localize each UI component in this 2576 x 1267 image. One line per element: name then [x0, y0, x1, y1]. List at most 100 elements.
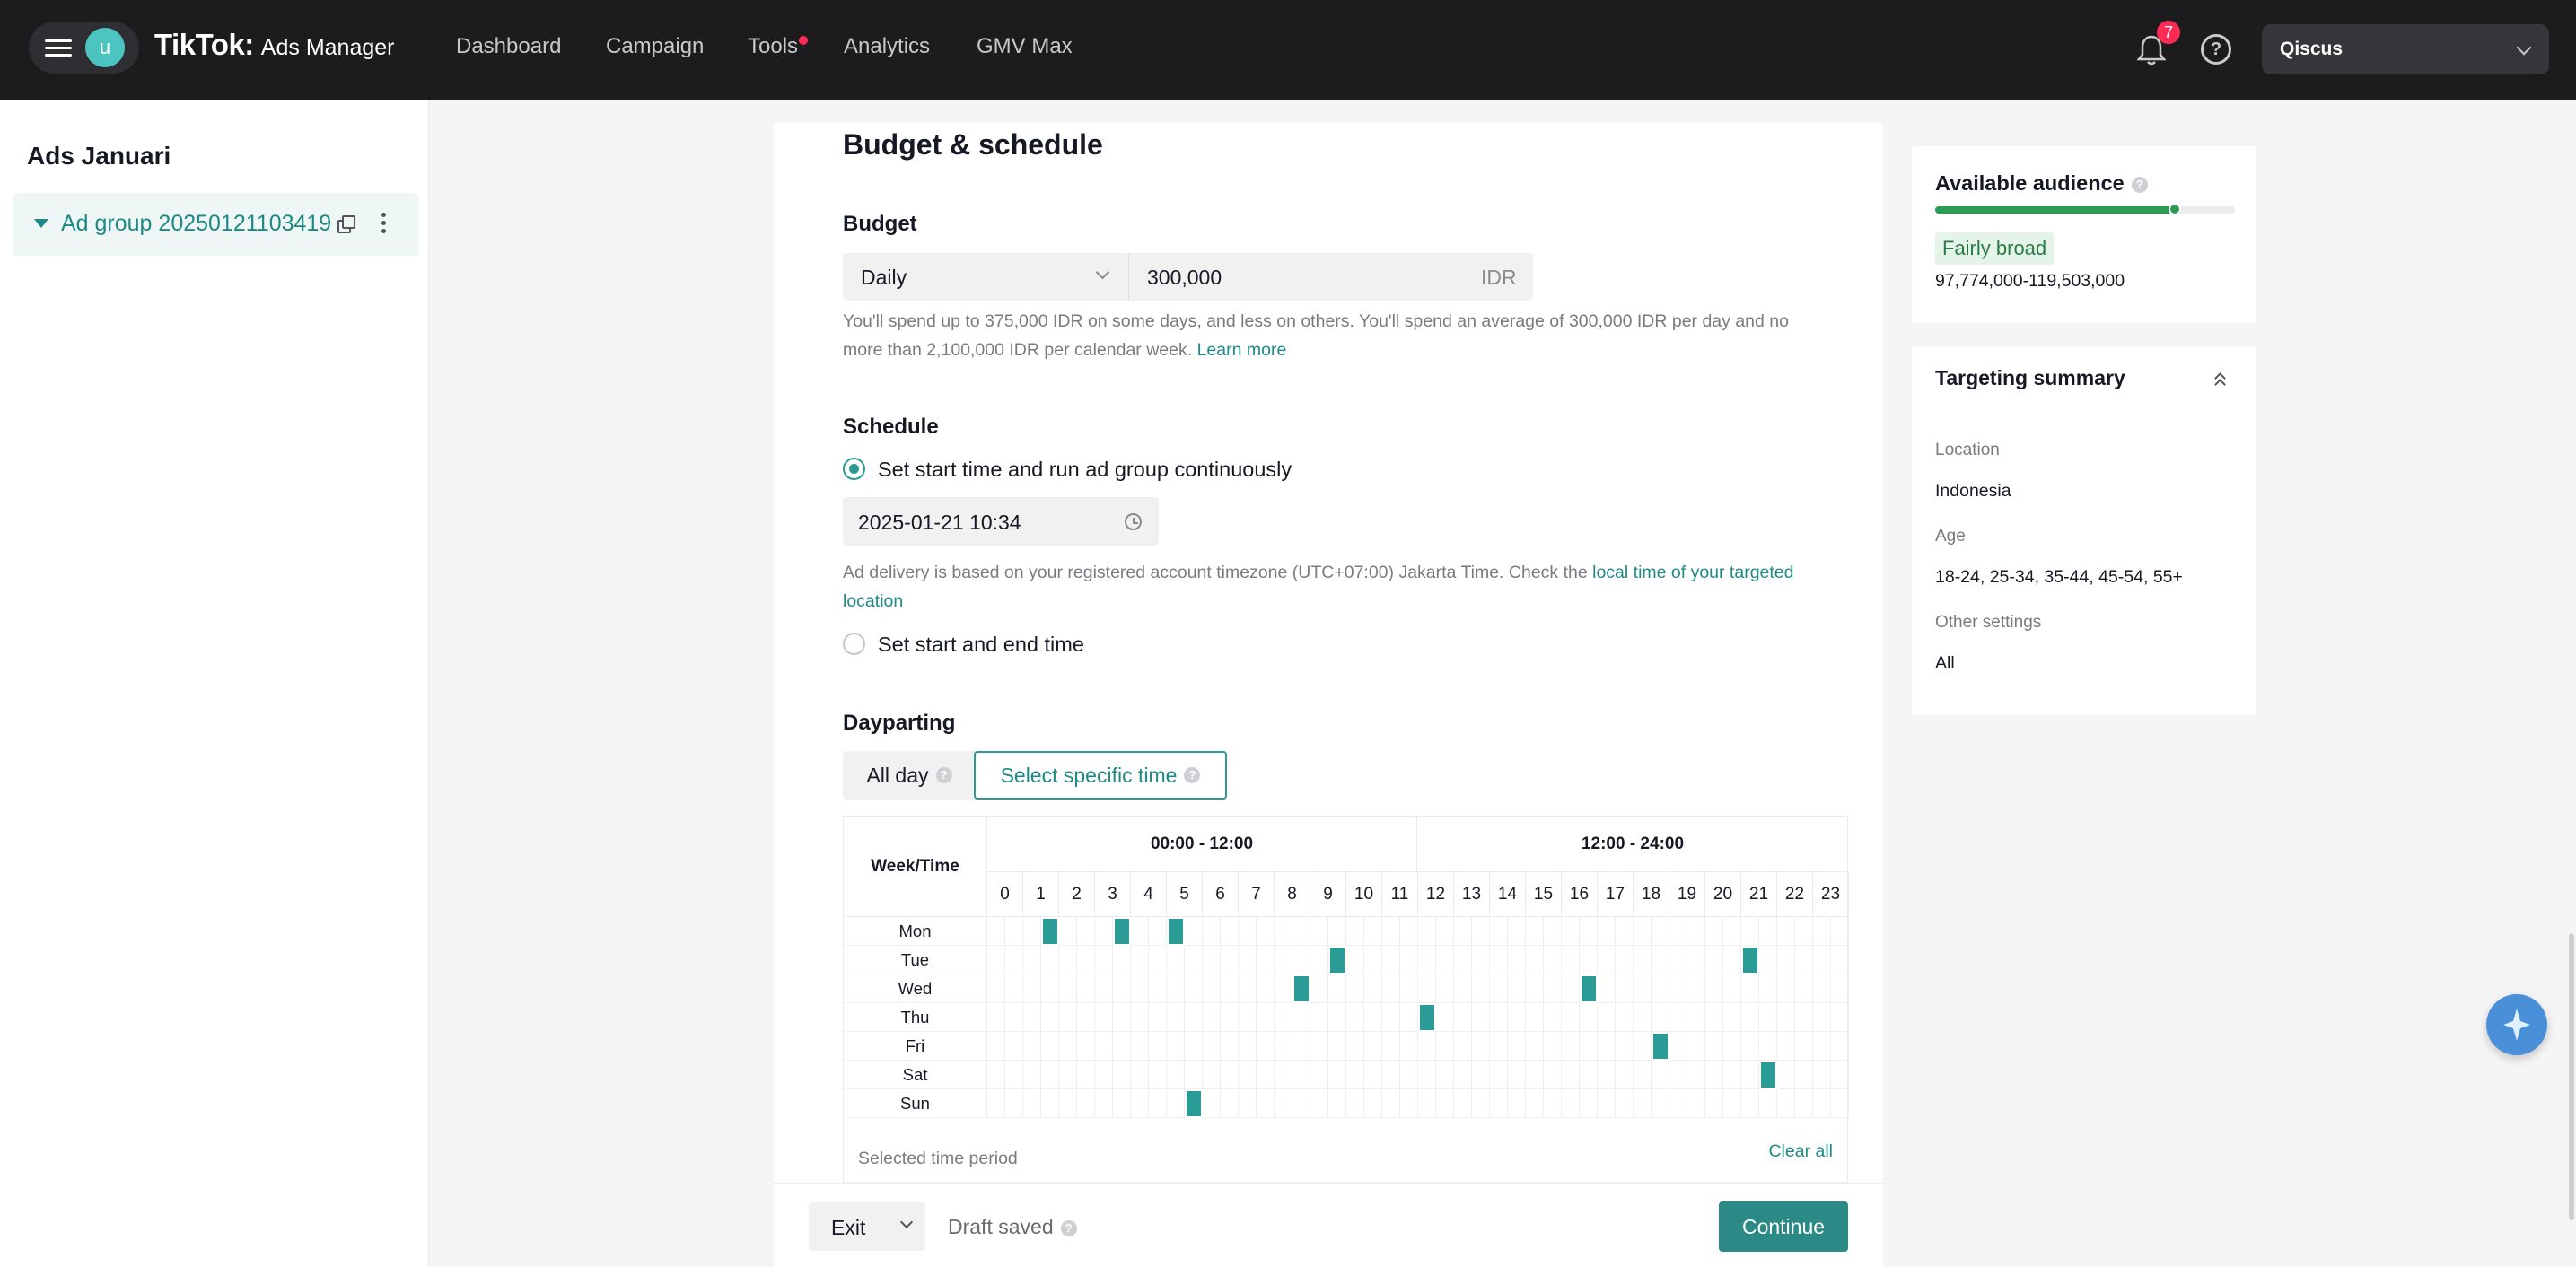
hour-header[interactable]: 18	[1634, 872, 1669, 917]
time-slot[interactable]	[1149, 946, 1167, 974]
tab-select-specific-time[interactable]: Select specific time?	[974, 751, 1227, 800]
time-slot[interactable]	[1705, 1089, 1723, 1118]
time-slot[interactable]	[1687, 1032, 1705, 1061]
time-slot[interactable]	[1598, 946, 1616, 974]
time-slot[interactable]	[1472, 1061, 1490, 1089]
time-slot[interactable]	[1005, 946, 1023, 974]
time-slot[interactable]	[1831, 974, 1849, 1003]
time-slot[interactable]	[1436, 1089, 1454, 1118]
day-label[interactable]: Thu	[844, 1003, 987, 1032]
time-slot[interactable]	[1023, 917, 1041, 946]
time-slot[interactable]	[1795, 1032, 1813, 1061]
time-slot[interactable]	[1723, 1032, 1741, 1061]
time-slot-selected[interactable]	[1418, 1003, 1436, 1032]
time-slot[interactable]	[1382, 946, 1400, 974]
time-slot[interactable]	[1203, 946, 1221, 974]
chevron-down-icon[interactable]	[899, 1215, 914, 1229]
time-slot[interactable]	[1598, 1003, 1616, 1032]
caret-down-icon[interactable]	[34, 219, 48, 228]
time-slot[interactable]	[1436, 1032, 1454, 1061]
time-slot[interactable]	[1472, 974, 1490, 1003]
time-slot[interactable]	[1490, 917, 1508, 946]
time-slot[interactable]	[1041, 974, 1059, 1003]
time-slot[interactable]	[1580, 946, 1598, 974]
time-slot[interactable]	[1149, 1089, 1167, 1118]
avatar[interactable]: u	[85, 28, 125, 67]
time-slot[interactable]	[1562, 974, 1580, 1003]
time-slot[interactable]	[1652, 1089, 1669, 1118]
hour-header[interactable]: 13	[1454, 872, 1490, 917]
time-slot[interactable]	[1292, 1003, 1310, 1032]
time-slot[interactable]	[1436, 917, 1454, 946]
hour-header[interactable]: 17	[1598, 872, 1634, 917]
time-slot[interactable]	[1364, 917, 1382, 946]
time-slot[interactable]	[1328, 1032, 1346, 1061]
time-slot[interactable]	[1167, 974, 1185, 1003]
time-slot[interactable]	[1364, 946, 1382, 974]
time-slot[interactable]	[1310, 974, 1328, 1003]
time-slot[interactable]	[1436, 946, 1454, 974]
time-slot[interactable]	[1364, 1089, 1382, 1118]
time-slot[interactable]	[1023, 974, 1041, 1003]
time-slot[interactable]	[1131, 1003, 1149, 1032]
time-slot[interactable]	[1687, 917, 1705, 946]
time-slot[interactable]	[1382, 917, 1400, 946]
time-slot[interactable]	[1203, 974, 1221, 1003]
time-slot[interactable]	[1831, 1061, 1849, 1089]
time-slot[interactable]	[1562, 917, 1580, 946]
time-slot[interactable]	[1526, 1061, 1544, 1089]
budget-amount-input[interactable]: 300,000	[1147, 266, 1222, 290]
time-slot[interactable]	[1077, 1089, 1095, 1118]
time-slot[interactable]	[1005, 1003, 1023, 1032]
start-time-field[interactable]: 2025-01-21 10:34	[843, 497, 1159, 546]
time-slot[interactable]	[1687, 1061, 1705, 1089]
time-slot[interactable]	[1669, 1089, 1687, 1118]
time-slot[interactable]	[1813, 1089, 1831, 1118]
time-slot[interactable]	[1131, 974, 1149, 1003]
time-slot[interactable]	[1310, 1003, 1328, 1032]
time-slot[interactable]	[1723, 946, 1741, 974]
time-slot[interactable]	[1741, 974, 1759, 1003]
time-slot[interactable]	[1705, 1003, 1723, 1032]
time-slot[interactable]	[1723, 1089, 1741, 1118]
time-slot[interactable]	[1454, 1003, 1472, 1032]
menu-button[interactable]: u	[29, 22, 139, 74]
time-slot[interactable]	[1149, 1032, 1167, 1061]
time-slot[interactable]	[1813, 917, 1831, 946]
time-slot[interactable]	[1257, 974, 1275, 1003]
time-slot[interactable]	[1328, 1061, 1346, 1089]
time-slot[interactable]	[1275, 1089, 1292, 1118]
time-slot[interactable]	[1616, 1003, 1634, 1032]
time-slot[interactable]	[1705, 946, 1723, 974]
time-slot[interactable]	[1041, 1089, 1059, 1118]
time-slot[interactable]	[1221, 946, 1239, 974]
time-slot[interactable]	[1436, 974, 1454, 1003]
time-slot[interactable]	[1526, 917, 1544, 946]
time-slot[interactable]	[1310, 917, 1328, 946]
time-slot[interactable]	[1077, 974, 1095, 1003]
time-slot[interactable]	[1580, 1089, 1598, 1118]
time-slot[interactable]	[1634, 917, 1652, 946]
question-icon[interactable]: ?	[1184, 767, 1201, 783]
time-slot[interactable]	[1400, 974, 1418, 1003]
time-slot[interactable]	[1652, 946, 1669, 974]
time-slot[interactable]	[1203, 1061, 1221, 1089]
day-label[interactable]: Sat	[844, 1061, 987, 1089]
time-slot[interactable]	[1544, 1061, 1562, 1089]
time-slot[interactable]	[1634, 1032, 1652, 1061]
time-slot[interactable]	[1526, 1003, 1544, 1032]
time-slot[interactable]	[1095, 917, 1113, 946]
time-slot[interactable]	[1634, 1003, 1652, 1032]
hour-header[interactable]: 4	[1131, 872, 1167, 917]
time-slot[interactable]	[1059, 1089, 1077, 1118]
time-slot[interactable]	[1813, 1003, 1831, 1032]
hour-header[interactable]: 11	[1382, 872, 1418, 917]
hour-header[interactable]: 12	[1418, 872, 1454, 917]
time-slot[interactable]	[1275, 946, 1292, 974]
time-slot[interactable]	[1005, 974, 1023, 1003]
clock-icon[interactable]	[1125, 513, 1142, 530]
time-slot[interactable]	[1759, 1089, 1777, 1118]
time-slot[interactable]	[1454, 1089, 1472, 1118]
day-label[interactable]: Mon	[844, 917, 987, 946]
time-slot[interactable]	[1580, 917, 1598, 946]
